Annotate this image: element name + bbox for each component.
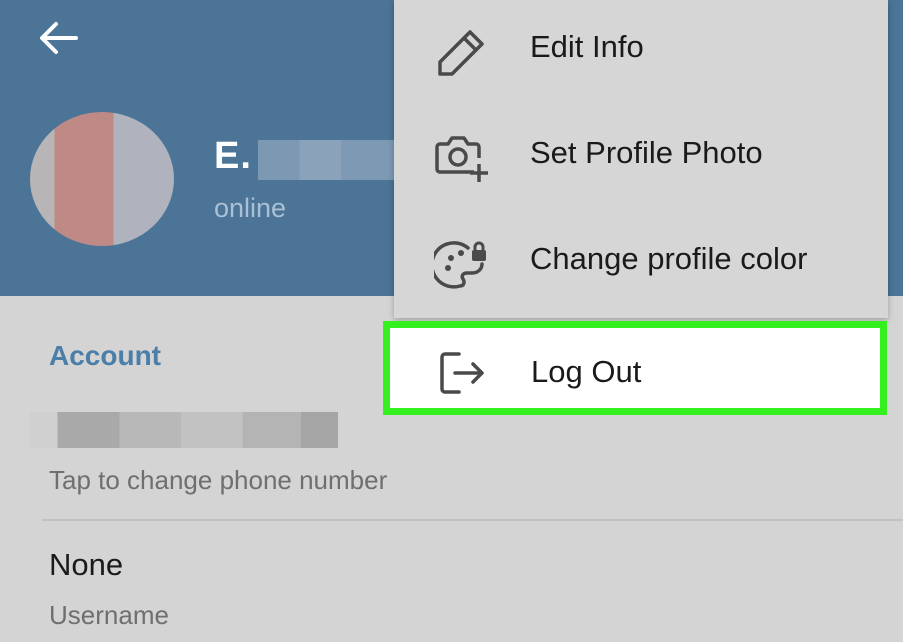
profile-name: E. (214, 135, 252, 177)
arrow-left-icon (40, 22, 78, 54)
overflow-menu: Edit Info Set Profile Photo Change profi… (394, 0, 888, 318)
avatar[interactable] (30, 112, 174, 246)
phone-number-redaction[interactable] (30, 412, 338, 448)
menu-item-set-profile-photo[interactable]: Set Profile Photo (394, 106, 888, 212)
logout-icon (440, 352, 484, 394)
menu-item-label: Edit Info (530, 29, 644, 64)
camera-plus-icon (435, 136, 488, 182)
account-section-title: Account (49, 340, 161, 371)
menu-item-edit-info[interactable]: Edit Info (394, 0, 888, 106)
name-redaction (258, 140, 396, 180)
menu-item-label: Change profile color (530, 241, 808, 276)
phone-hint: Tap to change phone number (49, 465, 388, 495)
username-value[interactable]: None (49, 547, 123, 583)
profile-status: online (214, 193, 287, 223)
menu-item-label: Set Profile Photo (530, 135, 763, 170)
username-label: Username (49, 600, 169, 630)
menu-item-label: Log Out (531, 354, 642, 389)
divider (42, 519, 903, 521)
palette-lock-icon (434, 241, 486, 289)
menu-item-log-out[interactable]: Log Out (383, 321, 887, 415)
back-button[interactable] (36, 18, 82, 58)
menu-item-change-profile-color[interactable]: Change profile color (394, 212, 888, 318)
pencil-icon (438, 30, 484, 76)
